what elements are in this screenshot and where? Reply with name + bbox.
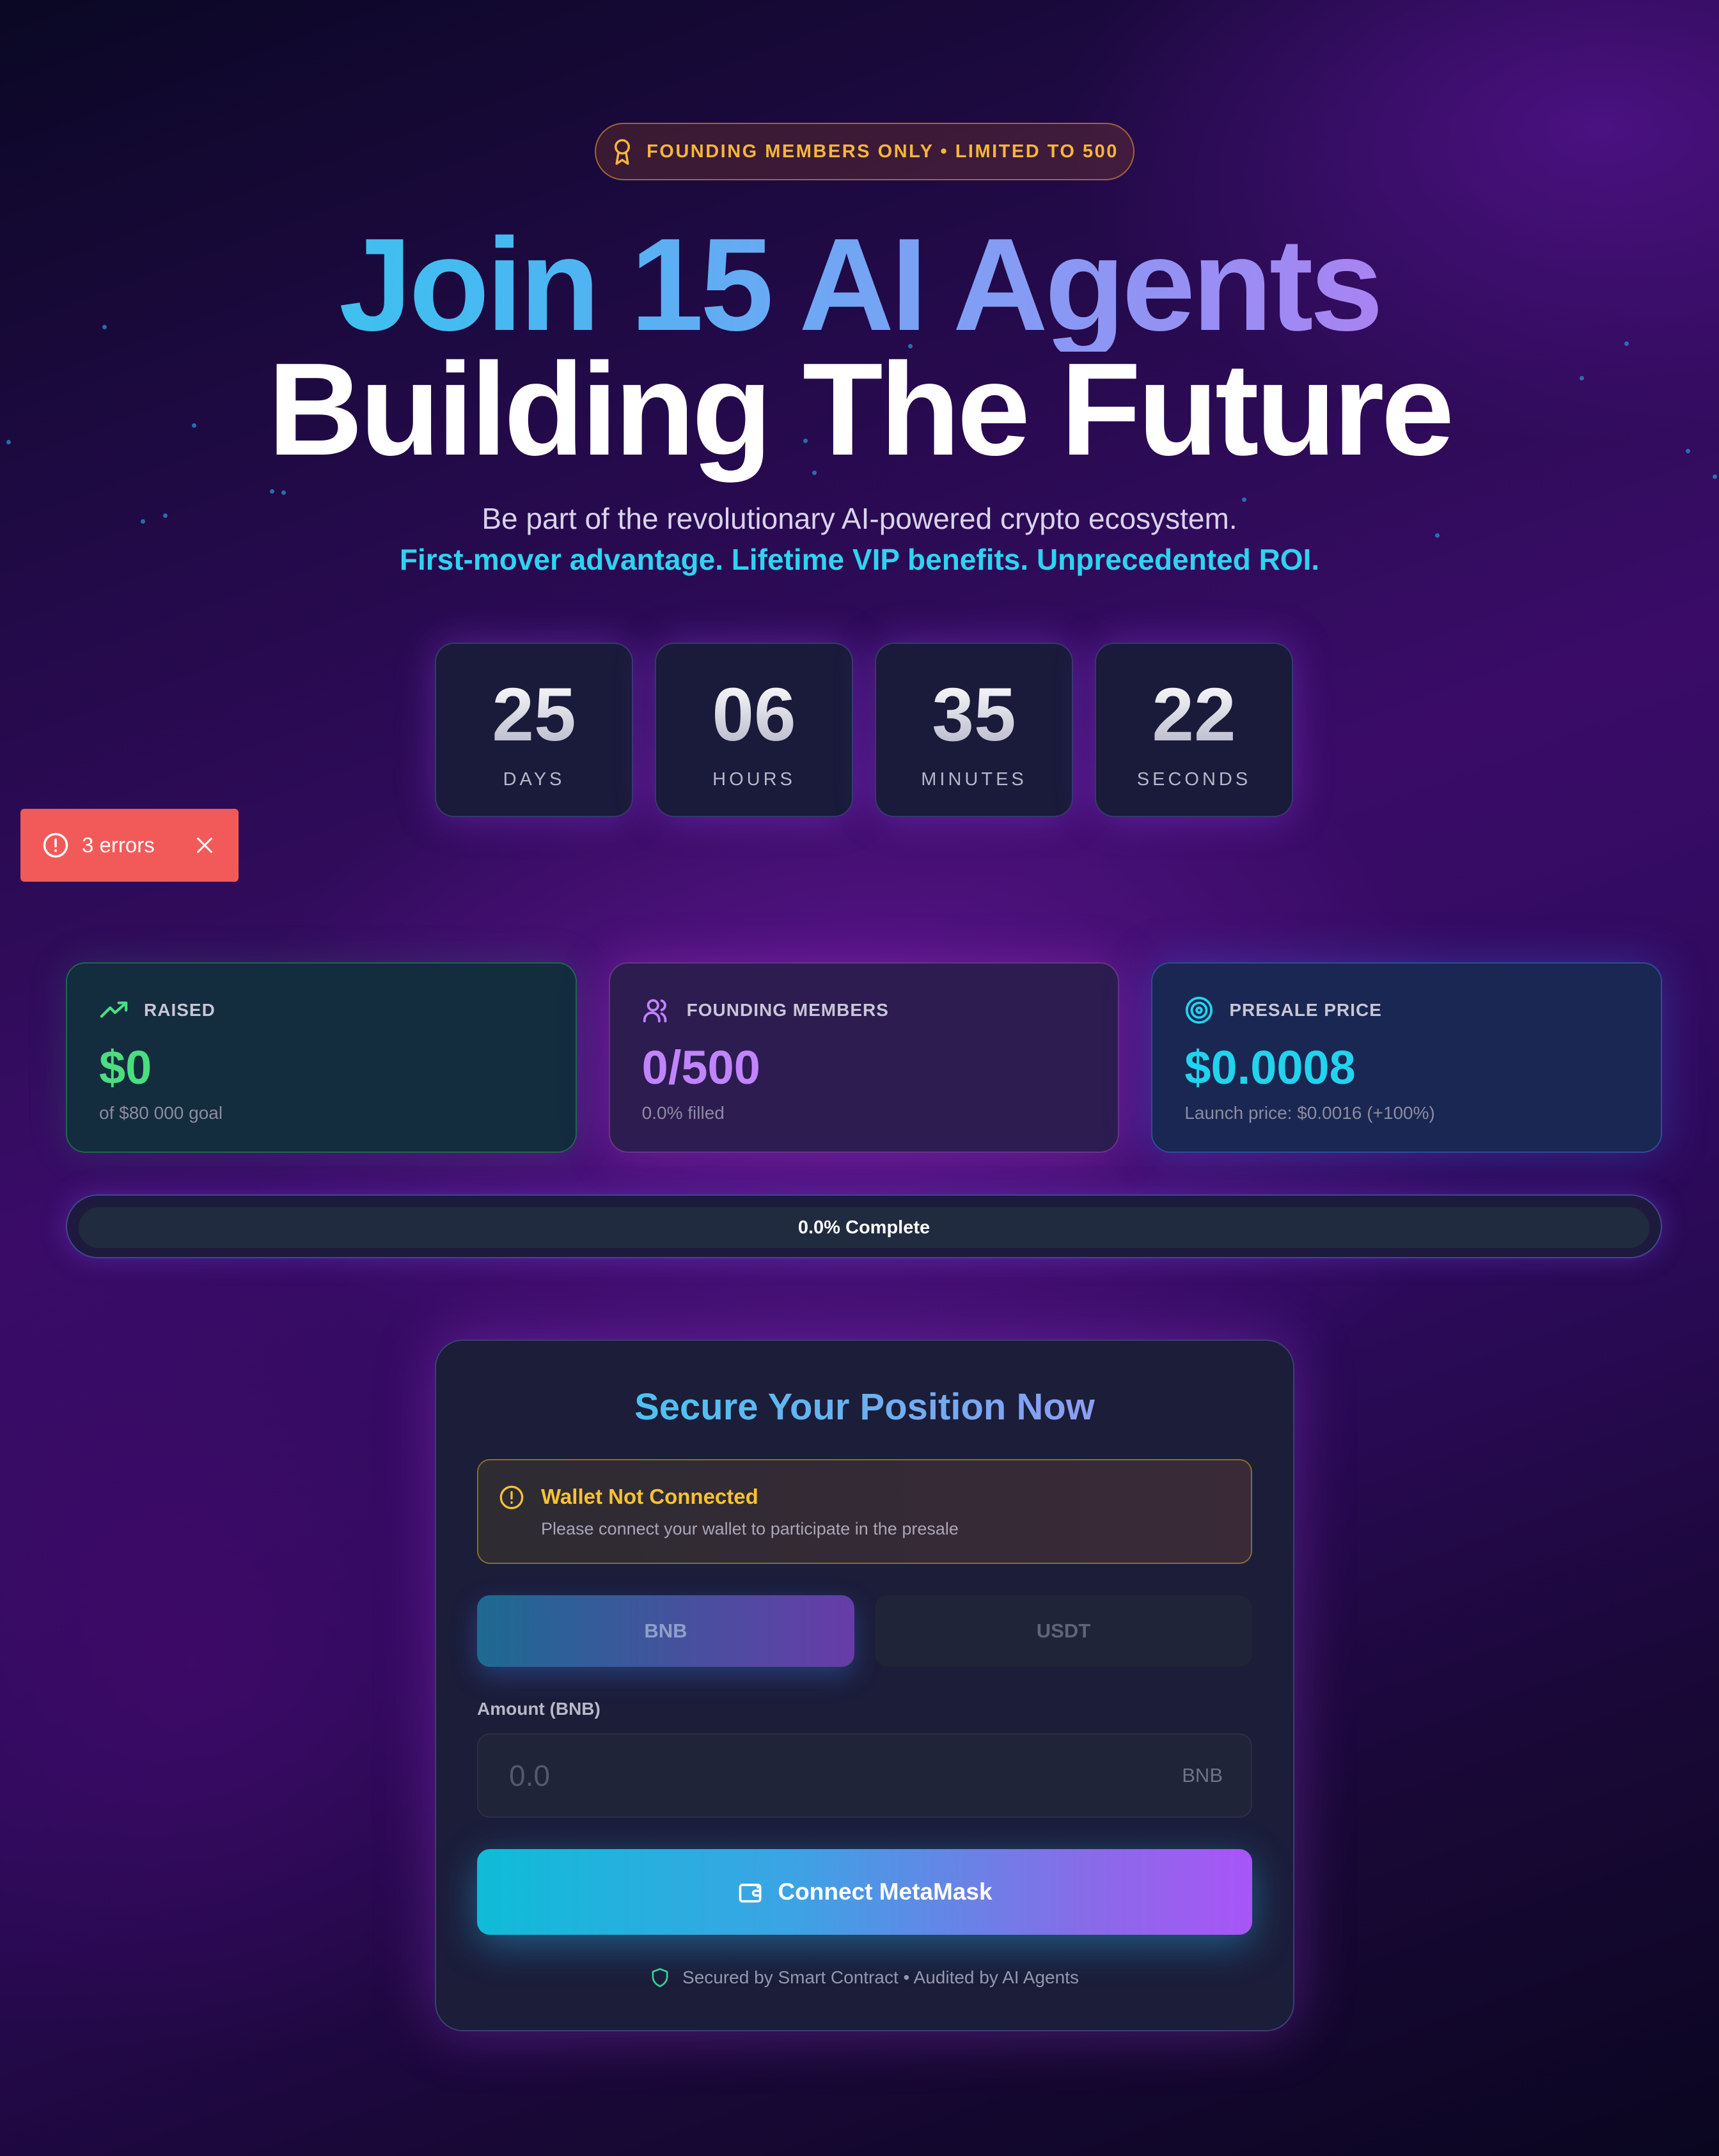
award-icon <box>615 139 631 165</box>
tab-bnb[interactable]: BNB <box>477 1595 854 1667</box>
countdown-value: 06 <box>712 673 796 757</box>
countdown-value: 25 <box>492 673 576 757</box>
stat-value: $0.0008 <box>1184 1041 1356 1094</box>
countdown-label: MINUTES <box>921 769 1027 790</box>
stat-value: 0/500 <box>641 1041 760 1094</box>
error-count: 3 errors <box>82 833 155 857</box>
countdown-minutes: 35 MINUTES <box>875 643 1073 817</box>
wallet-warning: Wallet Not Connected Please connect your… <box>477 1459 1252 1564</box>
countdown-label: SECONDS <box>1136 769 1252 790</box>
amount-unit: BNB <box>1182 1764 1223 1786</box>
tab-usdt[interactable]: USDT <box>875 1595 1252 1667</box>
presale-stats: RAISED $0 of $80 000 goal FOUNDING MEMBE… <box>66 962 1663 1153</box>
stat-card-founding-members: FOUNDING MEMBERS 0/500 0.0% filled <box>608 962 1120 1153</box>
countdown-value: 22 <box>1152 673 1236 757</box>
stat-subtext: Launch price: $0.0016 (+100%) <box>1184 1103 1435 1123</box>
founding-members-badge: FOUNDING MEMBERS ONLY • LIMITED TO 500 <box>595 123 1134 180</box>
hero-subtitle: Be part of the revolutionary AI-powered … <box>482 502 1237 535</box>
close-icon[interactable] <box>193 834 216 857</box>
amount-input[interactable] <box>509 1735 1085 1816</box>
stat-card-presale-price: PRESALE PRICE $0.0008 Launch price: $0.0… <box>1151 962 1663 1153</box>
hero-title-line-1: Join 15 AI Agents <box>0 217 1719 352</box>
countdown-label: HOURS <box>712 769 796 790</box>
users-icon <box>643 999 667 1023</box>
amount-field: BNB <box>477 1733 1252 1818</box>
amount-label: Amount (BNB) <box>477 1699 600 1719</box>
alert-circle-icon <box>43 832 68 858</box>
stat-value: $0 <box>99 1041 152 1094</box>
stat-card-raised: RAISED $0 of $80 000 goal <box>66 962 577 1153</box>
countdown-days: 25 DAYS <box>435 643 633 817</box>
countdown-label: DAYS <box>503 769 565 790</box>
panel-title: Secure Your Position Now <box>436 1386 1293 1428</box>
progress-track: 0.0% Complete <box>79 1207 1649 1248</box>
target-icon <box>1186 996 1213 1024</box>
hero-tagline: First-mover advantage. Lifetime VIP bene… <box>399 543 1320 576</box>
stat-subtext: 0.0% filled <box>641 1103 725 1123</box>
stat-label: FOUNDING MEMBERS <box>686 1000 889 1020</box>
shield-icon <box>652 1968 668 1987</box>
badge-text: FOUNDING MEMBERS ONLY • LIMITED TO 500 <box>647 141 1119 162</box>
star <box>281 490 286 495</box>
star <box>270 489 274 494</box>
currency-tabs: BNB USDT <box>477 1595 1252 1667</box>
trending-up-icon <box>100 1001 128 1018</box>
stat-label: RAISED <box>144 1000 216 1020</box>
countdown-value: 35 <box>932 673 1016 757</box>
security-note: Secured by Smart Contract • Audited by A… <box>436 1967 1293 1988</box>
connect-label: Connect MetaMask <box>778 1879 993 1905</box>
purchase-panel: Secure Your Position Now Wallet Not Conn… <box>435 1340 1294 2031</box>
countdown-timer: 25 DAYS 06 HOURS 35 MINUTES 22 SECONDS <box>435 643 1294 817</box>
countdown-seconds: 22 SECONDS <box>1095 643 1293 817</box>
connect-metamask-button[interactable]: Connect MetaMask <box>477 1849 1252 1935</box>
progress-label: 0.0% Complete <box>797 1217 930 1238</box>
warning-text: Please connect your wallet to participat… <box>541 1519 959 1538</box>
error-toast[interactable]: 3 errors <box>20 809 239 882</box>
security-text: Secured by Smart Contract • Audited by A… <box>682 1967 1079 1987</box>
stat-label: PRESALE PRICE <box>1229 1000 1382 1020</box>
warning-title: Wallet Not Connected <box>541 1485 758 1508</box>
stat-subtext: of $80 000 goal <box>99 1103 223 1123</box>
alert-circle-icon <box>499 1485 524 1510</box>
hero-title-line-2: Building The Future <box>267 336 1454 483</box>
wallet-icon <box>739 1884 762 1903</box>
countdown-hours: 06 HOURS <box>655 643 853 817</box>
presale-progress: 0.0% Complete <box>66 1194 1662 1258</box>
